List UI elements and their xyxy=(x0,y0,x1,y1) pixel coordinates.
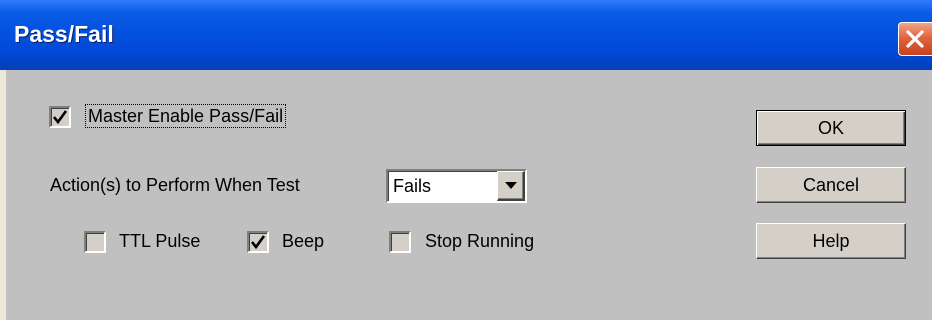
help-button[interactable]: Help xyxy=(756,223,906,259)
dialog-body: Master Enable Pass/Fail Action(s) to Per… xyxy=(0,70,932,320)
stop-running-label[interactable]: Stop Running xyxy=(425,230,534,252)
ttl-pulse-label[interactable]: TTL Pulse xyxy=(119,230,200,252)
window-title: Pass/Fail xyxy=(14,21,114,47)
cancel-button[interactable]: Cancel xyxy=(756,167,906,203)
close-icon xyxy=(906,30,924,48)
action-dropdown-value: Fails xyxy=(393,176,432,196)
checkmark-icon xyxy=(52,110,68,125)
dropdown-arrow-button[interactable] xyxy=(497,171,525,201)
stop-running-checkbox[interactable] xyxy=(389,231,411,253)
chevron-down-icon xyxy=(505,182,517,189)
checkmark-icon xyxy=(250,235,266,250)
beep-checkbox[interactable] xyxy=(247,231,269,253)
close-button[interactable] xyxy=(898,22,932,56)
action-label: Action(s) to Perform When Test xyxy=(50,175,300,195)
ok-button[interactable]: OK xyxy=(756,110,906,146)
action-dropdown[interactable]: Fails xyxy=(386,169,527,203)
title-bar[interactable]: Pass/Fail xyxy=(0,0,932,70)
beep-label[interactable]: Beep xyxy=(282,230,324,252)
master-enable-checkbox[interactable] xyxy=(49,106,71,128)
ttl-pulse-checkbox[interactable] xyxy=(84,231,106,253)
master-enable-label[interactable]: Master Enable Pass/Fail xyxy=(84,104,287,128)
